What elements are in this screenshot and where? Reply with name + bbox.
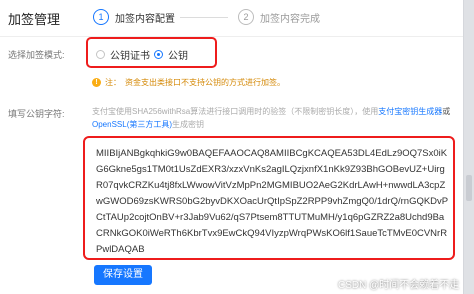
openssl-link[interactable]: OpenSSL(第三方工具) — [92, 120, 172, 129]
desc-part1: 支付宝使用SHA256withRsa算法进行接口调用时的验签（不限制密钥长度），… — [92, 107, 379, 116]
save-button[interactable]: 保存设置 — [94, 265, 152, 285]
background-scrollbar — [464, 0, 474, 294]
watermark: CSDN @时间不会赖着不走 — [338, 280, 460, 291]
notice-prefix: 注： — [105, 78, 121, 87]
dialog-title: 加签管理 — [8, 12, 61, 27]
desc-part3: 生成密钥 — [172, 120, 205, 129]
key-label: 填写公钥字符: — [8, 109, 65, 119]
step-1: 1 加签内容配置 — [93, 9, 175, 25]
radio-key-label: 公钥 — [168, 51, 188, 62]
public-key-value: MIIBIjANBgkqhkiG9w0BAQEFAAOCAQ8AMIIBCgKC… — [96, 148, 449, 255]
step-connector — [180, 17, 228, 18]
step-1-number: 1 — [93, 9, 109, 25]
radio-cert-label: 公钥证书 — [110, 51, 150, 62]
radio-checked-icon — [154, 50, 163, 59]
step-1-label: 加签内容配置 — [115, 13, 175, 25]
radio-public-key-cert[interactable]: 公钥证书 — [96, 47, 150, 62]
notice-text: 资金支出类接口不支持公钥的方式进行加签。 — [125, 78, 285, 87]
dialog-header: 加签管理 1 加签内容配置 2 加签内容完成 — [0, 0, 463, 37]
signing-dialog: 加签管理 1 加签内容配置 2 加签内容完成 选择加签模式: 公钥证书 公钥 !… — [0, 0, 464, 294]
key-generator-link[interactable]: 支付宝密钥生成器 — [378, 107, 442, 116]
key-description: 支付宝使用SHA256withRsa算法进行接口调用时的验签（不限制密钥长度），… — [92, 105, 456, 131]
step-2-label: 加签内容完成 — [260, 13, 320, 25]
desc-part2: 或 — [442, 107, 451, 116]
step-2-number: 2 — [238, 9, 254, 25]
notice: ! 注： 资金支出类接口不支持公钥的方式进行加签。 — [92, 77, 285, 88]
step-2: 2 加签内容完成 — [238, 9, 320, 25]
radio-public-key[interactable]: 公钥 — [154, 47, 188, 62]
background-scrollbar-thumb[interactable] — [466, 175, 472, 201]
radio-circle-icon — [96, 50, 105, 59]
mode-label: 选择加签模式: — [8, 50, 65, 60]
warning-icon: ! — [92, 78, 101, 87]
